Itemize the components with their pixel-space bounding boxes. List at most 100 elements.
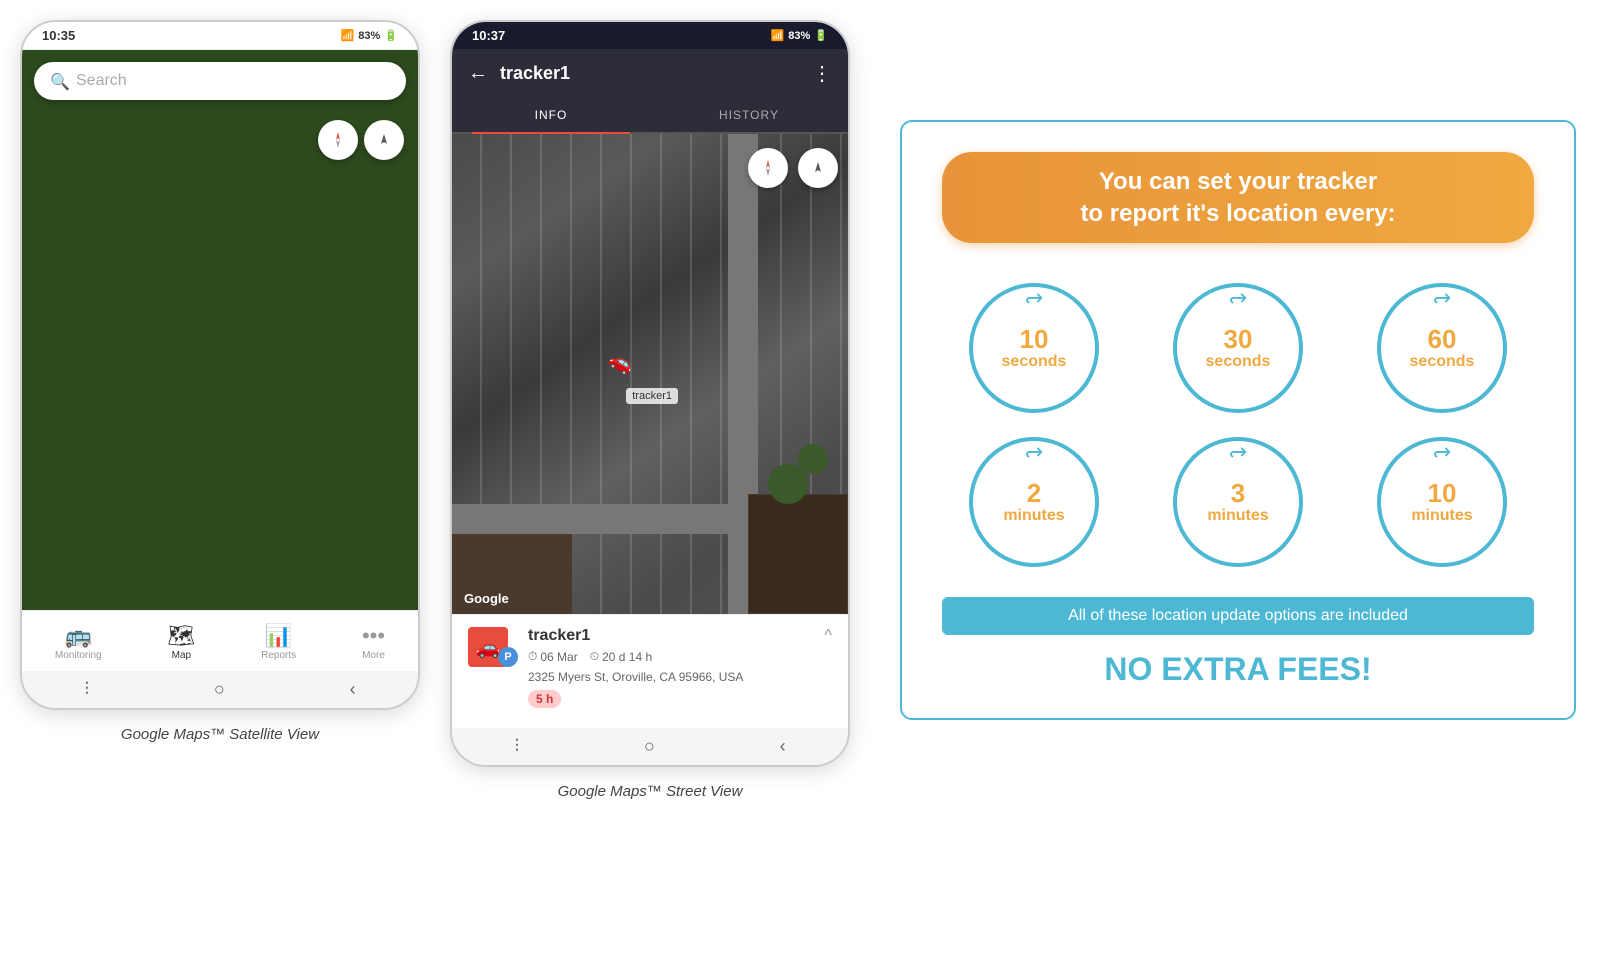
phone2-battery-icon: 🔋 (814, 29, 828, 42)
no-fees-text: NO EXTRA FEES! (942, 651, 1534, 688)
phone2-column: 10:37 📶 83% 🔋 ← tracker1 ⋮ INFO HIS (450, 20, 850, 800)
building-2 (748, 494, 848, 614)
phone1-status-icons: 📶 83% 🔋 (341, 29, 398, 42)
tab-info-label: INFO (535, 108, 568, 122)
phone1-system-nav: ⫶ ○ ‹ (22, 671, 418, 708)
sys-back-button[interactable]: ‹ (350, 679, 356, 700)
sys-menu-button[interactable]: ⫶ (84, 679, 89, 700)
search-input-placeholder[interactable]: Search (76, 72, 127, 90)
sys2-menu-button[interactable]: ⫶ (514, 736, 519, 757)
arrow-icon-60: ↩ (1433, 285, 1451, 311)
app-header: ← tracker1 ⋮ (452, 49, 848, 98)
circle-text-60: 60 seconds (1410, 325, 1475, 371)
app-title: tracker1 (500, 63, 800, 84)
arrow-icon-10min: ↩ (1433, 439, 1451, 465)
arrow-icon-30: ↩ (1229, 285, 1247, 311)
circle-unit-10min: minutes (1411, 507, 1472, 525)
monitoring-label: Monitoring (55, 650, 102, 661)
timer-icon: ⏲ (590, 649, 599, 664)
more-label: More (362, 650, 385, 661)
right-panel: You can set your tracker to report it's … (880, 20, 1596, 820)
phone1-caption: Google Maps™ Satellite View (121, 726, 319, 743)
clock-icon: ⏱ (528, 649, 537, 664)
circle-unit-30: seconds (1206, 353, 1271, 371)
aerial-direction-button[interactable] (798, 148, 838, 188)
main-container: 10:35 📶 83% 🔋 🔍 Search (20, 20, 1596, 820)
circle-number-10min: 10 (1411, 479, 1472, 508)
sys2-home-button[interactable]: ○ (644, 736, 655, 757)
search-bar[interactable]: 🔍 Search (34, 62, 406, 100)
circle-outer-10: ↩ 10 seconds (969, 283, 1099, 413)
arrow-icon-3min: ↩ (1229, 439, 1247, 465)
circle-unit-10: seconds (1002, 353, 1067, 371)
main-headline: You can set your tracker to report it's … (942, 152, 1534, 242)
nav-monitoring[interactable]: 🚌 Monitoring (39, 621, 118, 665)
info-banner: All of these location update options are… (942, 597, 1534, 635)
circle-outer-60: ↩ 60 seconds (1377, 283, 1507, 413)
tracker-name: tracker1 (528, 627, 590, 645)
tracker-info-panel: 🚗 P tracker1 ^ ⏱ 06 Mar (452, 614, 848, 728)
nav-more[interactable]: ••• More (346, 621, 401, 665)
aerial-compass-button[interactable] (748, 148, 788, 188)
tracker-name-row: tracker1 ^ (528, 627, 832, 645)
green-area-2 (798, 444, 828, 474)
map-direction-button[interactable] (364, 120, 404, 160)
circle-number-30: 30 (1206, 325, 1271, 354)
circle-10-minutes: ↩ 10 minutes (1350, 437, 1534, 567)
circle-text-10min: 10 minutes (1411, 479, 1472, 525)
tab-info[interactable]: INFO (452, 98, 650, 132)
arrow-icon-10: ↩ (1025, 285, 1043, 311)
phone2-time: 10:37 (472, 28, 505, 43)
headline-line1: You can set your tracker (1099, 168, 1377, 195)
phone2-status-icons: 📶 83% 🔋 (771, 29, 828, 42)
circle-text-2min: 2 minutes (1003, 479, 1064, 525)
back-button[interactable]: ← (468, 62, 488, 85)
phone2-wifi-icon: 📶 (771, 29, 785, 42)
tracker-duration: ⏲ 20 d 14 h (590, 649, 652, 664)
reports-label: Reports (261, 650, 296, 661)
phone1-time: 10:35 (42, 28, 75, 43)
tracker-address: 2325 Myers St, Oroville, CA 95966, USA (528, 670, 832, 684)
circle-text-30: 30 seconds (1206, 325, 1271, 371)
aerial-map: 🚗 tracker1 Google (452, 134, 848, 614)
circle-3-minutes: ↩ 3 minutes (1146, 437, 1330, 567)
bottom-nav: 🚌 Monitoring 🗺 Map 📊 Reports ••• More (22, 610, 418, 671)
more-options-button[interactable]: ⋮ (812, 61, 832, 86)
circle-number-60: 60 (1410, 325, 1475, 354)
circle-text-10: 10 seconds (1002, 325, 1067, 371)
aerial-tracker-label: tracker1 (626, 388, 678, 404)
circles-grid: ↩ 10 seconds ↩ 30 seconds (942, 283, 1534, 567)
infographic-container: You can set your tracker to report it's … (900, 120, 1576, 719)
circle-unit-60: seconds (1410, 353, 1475, 371)
map-compass-button[interactable] (318, 120, 358, 160)
google-brand-aerial: Google (464, 591, 509, 606)
circle-number-2min: 2 (1003, 479, 1064, 508)
time-badge: 5 h (528, 690, 561, 708)
circle-30-seconds: ↩ 30 seconds (1146, 283, 1330, 413)
nav-reports[interactable]: 📊 Reports (245, 621, 312, 665)
circle-60-seconds: ↩ 60 seconds (1350, 283, 1534, 413)
parking-badge: P (498, 647, 518, 667)
circle-unit-2min: minutes (1003, 507, 1064, 525)
tab-bar: INFO HISTORY (452, 98, 848, 134)
headline-line2: to report it's location every: (1080, 200, 1395, 227)
phone2-mockup: 10:37 📶 83% 🔋 ← tracker1 ⋮ INFO HIS (450, 20, 850, 767)
phone1-battery-label: 83% (358, 30, 380, 42)
map-label: Map (172, 650, 191, 661)
phone1-wifi-icon: 📶 (341, 29, 355, 42)
tracker-info-header: 🚗 P tracker1 ^ ⏱ 06 Mar (468, 627, 832, 708)
circle-text-3min: 3 minutes (1207, 479, 1268, 525)
circle-outer-10min: ↩ 10 minutes (1377, 437, 1507, 567)
sys2-back-button[interactable]: ‹ (780, 736, 786, 757)
tracker-duration-value: 20 d 14 h (602, 650, 652, 664)
phone2-system-nav: ⫶ ○ ‹ (452, 728, 848, 765)
nav-map[interactable]: 🗺 Map (151, 621, 211, 665)
tracker-meta: ⏱ 06 Mar ⏲ 20 d 14 h (528, 649, 832, 664)
expand-button[interactable]: ^ (824, 627, 832, 645)
circle-2-minutes: ↩ 2 minutes (942, 437, 1126, 567)
circle-outer-30: ↩ 30 seconds (1173, 283, 1303, 413)
tracker-icon-group: 🚗 P (468, 627, 518, 667)
phone1-status-bar: 10:35 📶 83% 🔋 (22, 22, 418, 50)
sys-home-button[interactable]: ○ (214, 679, 225, 700)
tab-history[interactable]: HISTORY (650, 98, 848, 132)
